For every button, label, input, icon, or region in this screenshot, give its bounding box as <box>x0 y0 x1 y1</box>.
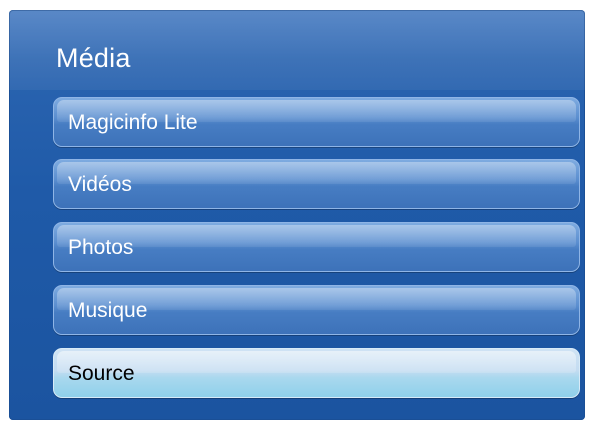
menu-item-videos[interactable]: Vidéos <box>53 159 580 209</box>
menu-item-label: Musique <box>68 299 148 322</box>
menu-item-magicinfo-lite[interactable]: Magicinfo Lite <box>53 97 580 147</box>
menu-item-photos[interactable]: Photos <box>53 222 580 272</box>
menu-item-source[interactable]: Source <box>53 348 580 398</box>
menu-item-label: Magicinfo Lite <box>68 111 198 134</box>
media-menu-panel: Média Magicinfo Lite Vidéos Photos Musiq… <box>9 10 585 420</box>
menu-title: Média <box>56 43 131 73</box>
menu-item-label: Source <box>68 362 135 385</box>
menu-item-label: Vidéos <box>68 173 132 196</box>
menu-item-label: Photos <box>68 236 134 259</box>
menu-item-musique[interactable]: Musique <box>53 285 580 335</box>
